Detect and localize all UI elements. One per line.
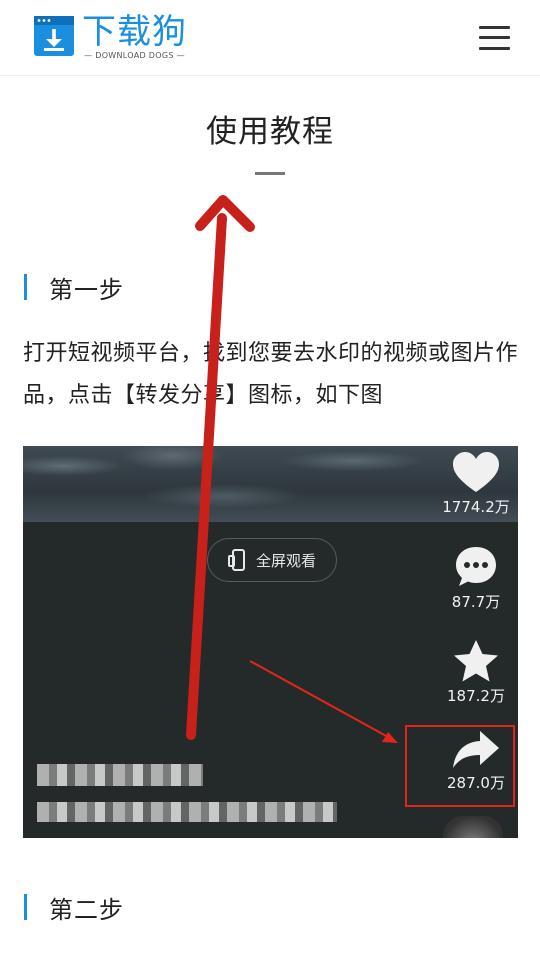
step-accent-bar [24,274,27,300]
fullscreen-label: 全屏观看 [255,551,316,570]
music-disc-avatar [443,816,503,838]
blurred-username [37,764,203,786]
fullscreen-icon [227,549,245,571]
hamburger-menu-icon[interactable] [479,24,510,52]
step-one-heading: 第一步 [24,273,124,304]
site-logo[interactable]: 下载狗 — DOWNLOAD DOGS — [34,14,187,62]
download-box-icon [34,16,74,56]
comment-count: 87.7万 [451,593,501,611]
comment-action[interactable]: 87.7万 [436,545,516,612]
up-arrow-head [195,195,255,232]
favorite-count: 187.2万 [447,687,505,705]
step-one-label: 第一步 [49,275,124,304]
share-highlight-box [405,725,515,807]
comment-icon [456,547,496,586]
step-two-heading: 第二步 [24,893,124,924]
title-divider [255,172,285,175]
tutorial-screenshot: 全屏观看 1774.2万 87.7万 187.2万 287.0万 [23,446,518,838]
logo-name: 下载狗 [82,12,187,52]
star-icon [454,640,498,682]
step-two-label: 第二步 [49,895,124,924]
page-title: 使用教程 [206,114,334,150]
step-one-text: 打开短视频平台，找到您要去水印的视频或图片作品，点击【转发分享】图标，如下图 [23,341,519,408]
blurred-caption [37,802,337,822]
site-header: 下载狗 — DOWNLOAD DOGS — [0,0,540,76]
like-action[interactable]: 1774.2万 [436,452,516,517]
like-count: 1774.2万 [442,498,510,516]
logo-subtitle: — DOWNLOAD DOGS — [84,51,185,60]
heart-icon [453,452,499,492]
favorite-action[interactable]: 187.2万 [436,639,516,706]
fullscreen-button[interactable]: 全屏观看 [207,538,337,582]
step-accent-bar [24,894,27,920]
